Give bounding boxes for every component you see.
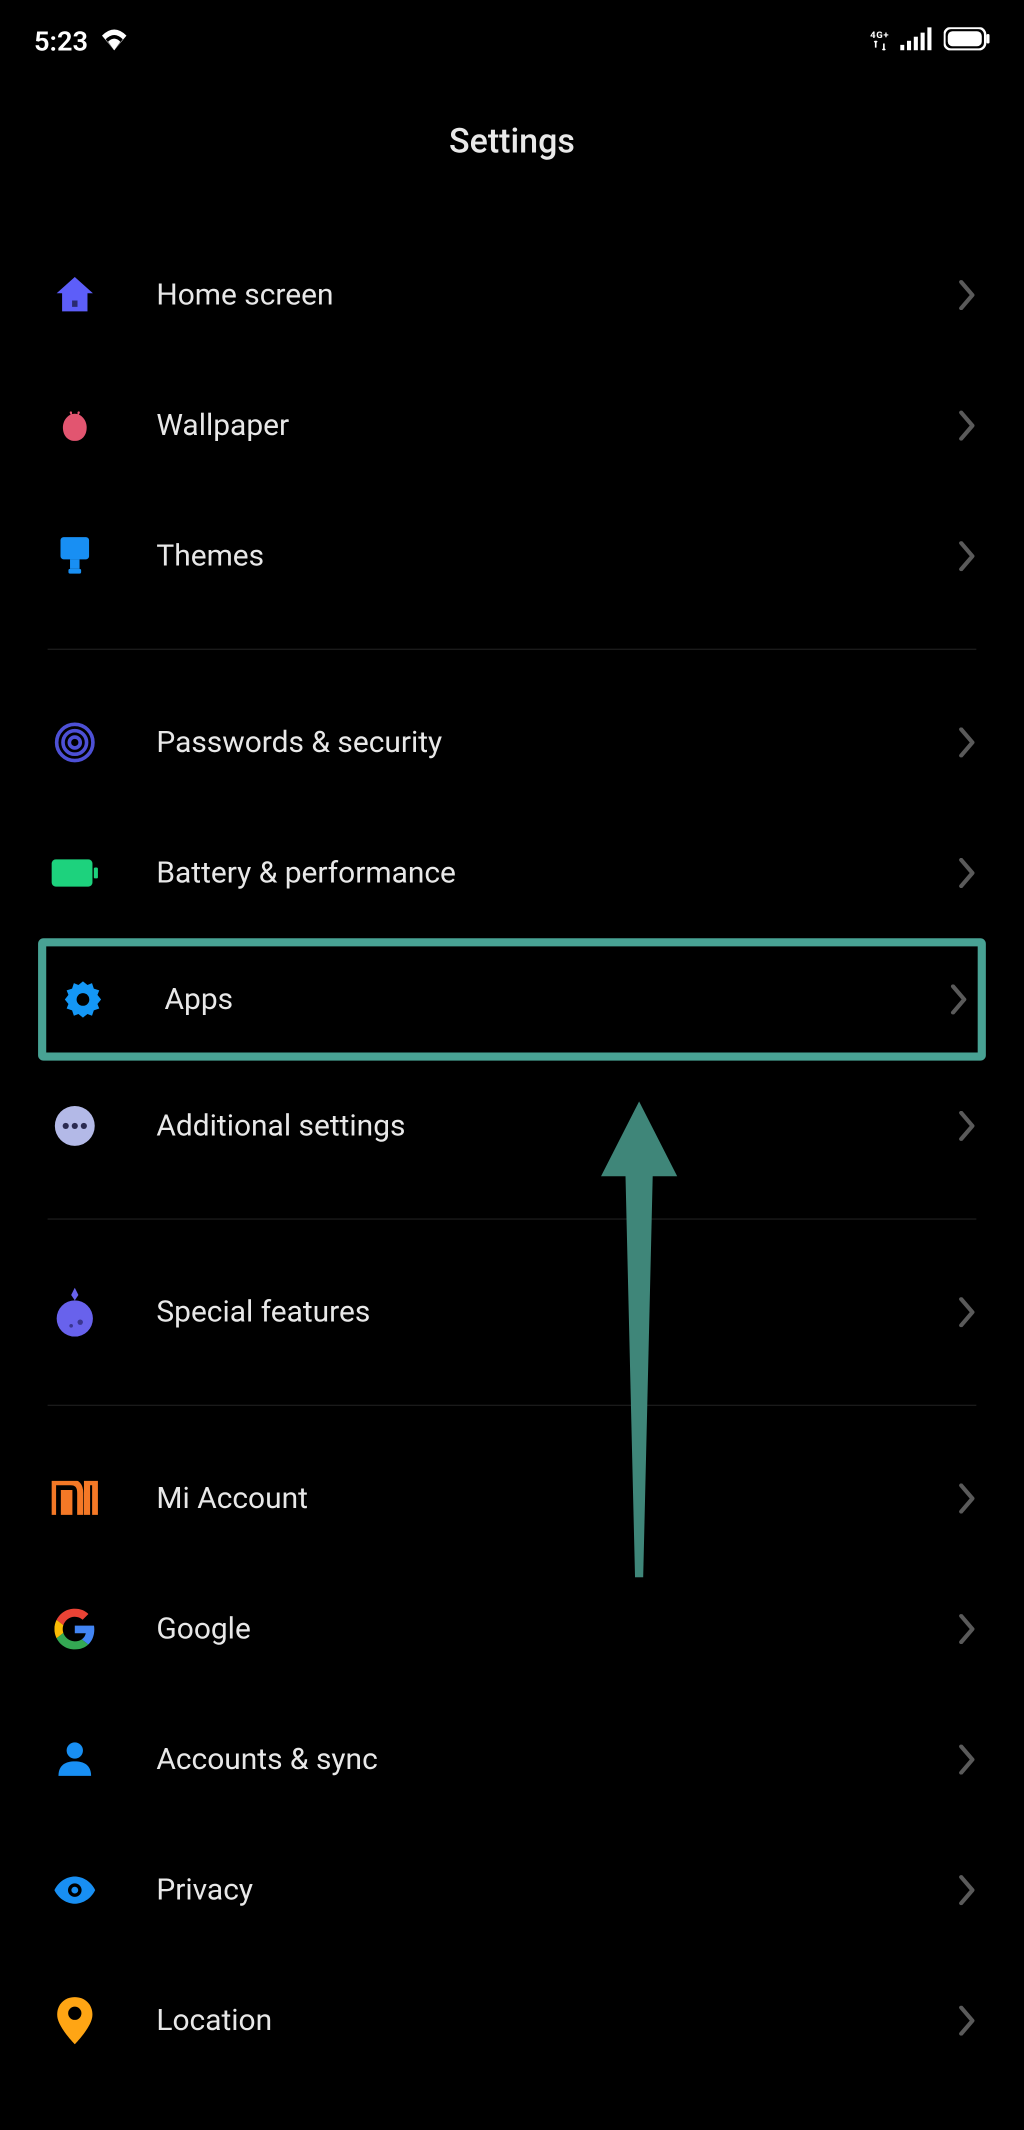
row-label: Mi Account (156, 1482, 957, 1516)
row-privacy[interactable]: Privacy (0, 1825, 1024, 1956)
divider (48, 649, 977, 650)
google-icon (48, 1602, 102, 1656)
highlight-apps: Apps (38, 938, 986, 1060)
chevron-right-icon (957, 1745, 976, 1775)
chevron-right-icon (957, 2006, 976, 2036)
privacy-icon (48, 1863, 102, 1917)
row-accounts-sync[interactable]: Accounts & sync (0, 1694, 1024, 1825)
status-time: 5:23 (34, 24, 88, 57)
row-google[interactable]: Google (0, 1564, 1024, 1695)
row-themes[interactable]: Themes (0, 491, 1024, 622)
location-icon (48, 1993, 102, 2047)
status-bar: 5:23 4G+ (0, 0, 1024, 68)
page-title: Settings (0, 68, 1024, 230)
chevron-right-icon (957, 1875, 976, 1905)
signal-icon (900, 24, 933, 57)
themes-icon (48, 529, 102, 583)
row-apps[interactable]: Apps (46, 946, 977, 1052)
row-label: Location (156, 2004, 957, 2038)
row-battery-performance[interactable]: Battery & performance (0, 808, 1024, 939)
row-label: Passwords & security (156, 725, 957, 759)
row-label: Wallpaper (156, 409, 957, 443)
chevron-right-icon (957, 1297, 976, 1327)
mi-account-icon (48, 1471, 102, 1525)
row-label: Accounts & sync (156, 1743, 957, 1777)
settings-list: Home screen Wallpaper Themes Passwords &… (0, 230, 1024, 2113)
status-right: 4G+ (870, 24, 990, 57)
row-wallpaper[interactable]: Wallpaper (0, 360, 1024, 491)
network-type: 4G+ (870, 31, 889, 50)
chevron-right-icon (957, 1111, 976, 1141)
chevron-right-icon (957, 858, 976, 888)
home-icon (48, 268, 102, 322)
row-label: Battery & performance (156, 856, 957, 890)
chevron-right-icon (957, 541, 976, 571)
fingerprint-icon (48, 715, 102, 769)
battery-perf-icon (48, 846, 102, 900)
accounts-sync-icon (48, 1732, 102, 1786)
apps-icon (56, 972, 110, 1026)
row-label: Google (156, 1612, 957, 1646)
status-left: 5:23 (34, 24, 129, 57)
row-label: Apps (165, 982, 950, 1016)
special-features-icon (48, 1285, 102, 1339)
row-special-features[interactable]: Special features (0, 1247, 1024, 1378)
chevron-right-icon (957, 411, 976, 441)
divider (48, 1218, 977, 1219)
wifi-icon (99, 24, 129, 57)
row-label: Privacy (156, 1873, 957, 1907)
chevron-right-icon (957, 1484, 976, 1514)
row-location[interactable]: Location (0, 1955, 1024, 2086)
divider (48, 1405, 977, 1406)
row-label: Additional settings (156, 1109, 957, 1143)
row-label: Special features (156, 1295, 957, 1329)
chevron-right-icon (957, 727, 976, 757)
more-icon (48, 1099, 102, 1153)
battery-icon (944, 24, 990, 57)
chevron-right-icon (957, 280, 976, 310)
row-label: Themes (156, 539, 957, 573)
chevron-right-icon (957, 1614, 976, 1644)
row-additional-settings[interactable]: Additional settings (0, 1061, 1024, 1192)
chevron-right-icon (949, 984, 968, 1014)
row-mi-account[interactable]: Mi Account (0, 1433, 1024, 1564)
row-label: Home screen (156, 278, 957, 312)
row-passwords-security[interactable]: Passwords & security (0, 677, 1024, 808)
row-home-screen[interactable]: Home screen (0, 230, 1024, 361)
wallpaper-icon (48, 398, 102, 452)
